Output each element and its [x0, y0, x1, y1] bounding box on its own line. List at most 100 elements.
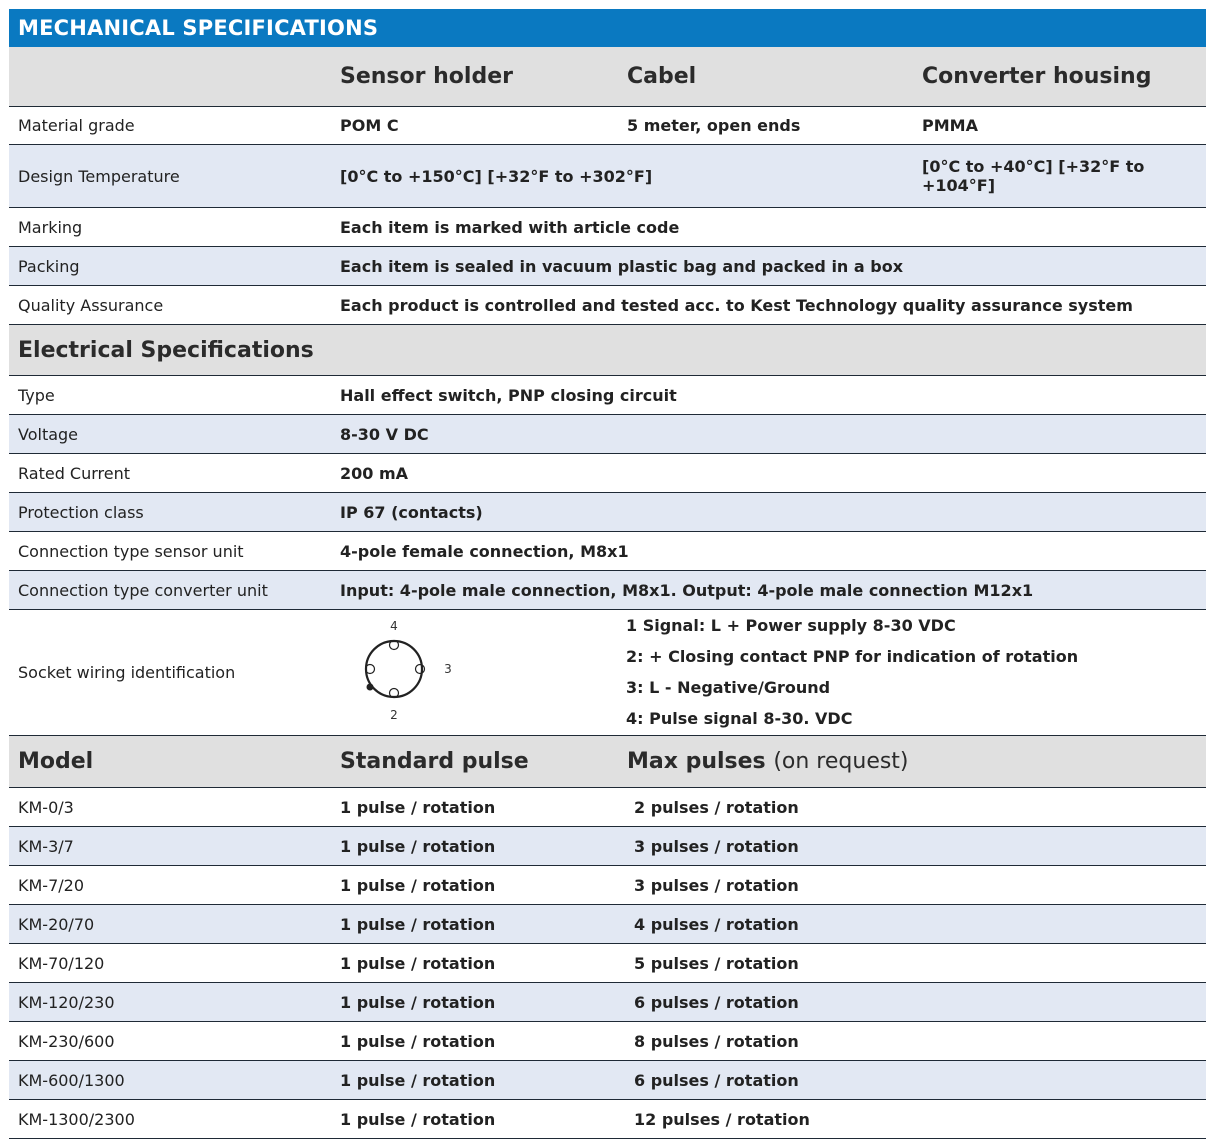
- model-name: KM-3/7: [18, 836, 74, 856]
- mechanical-column-header: Sensor holder Cabel Converter housing: [9, 47, 1206, 107]
- header-model: Model: [18, 749, 94, 774]
- row-value: Each product is controlled and tested ac…: [340, 295, 1133, 315]
- row-label: Marking: [18, 217, 83, 237]
- pin-assignment-list: 1 Signal: L + Power supply 8-30 VDC 2: +…: [626, 610, 1078, 735]
- standard-pulse-value: 1 pulse / rotation: [340, 1070, 496, 1090]
- model-name: KM-600/1300: [18, 1070, 125, 1090]
- row-marking: Marking Each item is marked with article…: [9, 208, 1206, 247]
- header-max-pulses-note: (on request): [773, 749, 909, 774]
- row-packing: Packing Each item is sealed in vacuum pl…: [9, 247, 1206, 286]
- pin-number: 2: [390, 708, 398, 722]
- max-pulses-value: 5 pulses / rotation: [634, 953, 799, 973]
- table-row: KM-70/120 1 pulse / rotation 5 pulses / ro…: [9, 944, 1206, 983]
- electrical-title: Electrical Specifications: [18, 337, 314, 363]
- row-label: Quality Assurance: [18, 295, 164, 315]
- max-pulses-value: 6 pulses / rotation: [634, 992, 799, 1012]
- row-socket-wiring: Socket wiring identification 4 1 3 2 1 S…: [9, 610, 1206, 736]
- table-row: KM-600/1300 1 pulse / rotation 6 pulses / …: [9, 1061, 1206, 1100]
- row-value: Each item is sealed in vacuum plastic ba…: [340, 256, 904, 276]
- col-converter-housing: Converter housing: [922, 64, 1152, 89]
- max-pulses-value: 4 pulses / rotation: [634, 914, 799, 934]
- row-label: Voltage: [18, 424, 79, 444]
- row-quality-assurance: Quality Assurance Each product is contro…: [9, 286, 1206, 325]
- max-pulses-value: 3 pulses / rotation: [634, 875, 799, 895]
- standard-pulse-value: 1 pulse / rotation: [340, 953, 496, 973]
- converter-housing-value: PMMA: [922, 116, 978, 135]
- cabel-value: 5 meter, open ends: [627, 116, 801, 135]
- max-pulses-value: 12 pulses / rotation: [634, 1109, 810, 1129]
- pin-assignment: 4: Pulse signal 8-30. VDC: [626, 709, 853, 728]
- row-label: Type: [18, 385, 55, 405]
- pin-assignment: 2: + Closing contact PNP for indication …: [626, 647, 1079, 666]
- max-pulses-value: 6 pulses / rotation: [634, 1070, 799, 1090]
- model-name: KM-230/600: [18, 1031, 115, 1051]
- row-value: Input: 4-pole male connection, M8x1. Out…: [340, 580, 1034, 600]
- model-name: KM-70/120: [18, 953, 105, 973]
- row-value: 200 mA: [340, 463, 409, 483]
- pin-assignment: 1 Signal: L + Power supply 8-30 VDC: [626, 616, 956, 635]
- converter-temperature: [0°C to +40°C] [+32°F to +104°F]: [922, 145, 1144, 207]
- col-sensor-holder: Sensor holder: [340, 64, 513, 89]
- table-row: KM-3/7 1 pulse / rotation 3 pulses / rotat…: [9, 827, 1206, 866]
- header-max-pulses-label: Max pulses: [627, 749, 766, 774]
- row-voltage: Voltage 8-30 V DC: [9, 415, 1206, 454]
- max-pulses-value: 8 pulses / rotation: [634, 1031, 799, 1051]
- row-value: Each item is marked with article code: [340, 217, 680, 237]
- row-material-grade: Material grade POM C 5 meter, open ends …: [9, 107, 1206, 145]
- banner-title: MECHANICAL SPECIFICATIONS: [9, 9, 1206, 47]
- table-row: KM-7/20 1 pulse / rotation 3 pulses / rota…: [9, 866, 1206, 905]
- max-pulses-value: 2 pulses / rotation: [634, 797, 799, 817]
- model-name: KM-7/20: [18, 875, 84, 895]
- row-value: 8-30 V DC: [340, 424, 429, 444]
- pin-assignment: 3: L - Negative/Ground: [626, 678, 831, 697]
- table-row: KM-1300/2300 1 pulse / rotation 12 pulses …: [9, 1100, 1206, 1139]
- sensor-holder-temperature: [0°C to +150°C] [+32°F to +302°F]: [340, 166, 653, 186]
- row-connection-converter: Connection type converter unit Input: 4-…: [9, 571, 1206, 610]
- pin-number: 4: [390, 619, 398, 633]
- row-value: Hall effect switch, PNP closing circuit: [340, 385, 677, 405]
- table-row: KM-120/230 1 pulse / rotation 6 pulses / r…: [9, 983, 1206, 1022]
- pin-number: 3: [444, 662, 452, 676]
- row-label: Connection type converter unit: [18, 580, 268, 600]
- header-max-pulses: Max pulses (on request): [627, 736, 909, 787]
- model-table-header: Model Standard pulse Max pulses (on requ…: [9, 736, 1206, 788]
- row-label: Connection type sensor unit: [18, 541, 244, 561]
- header-standard-pulse: Standard pulse: [340, 749, 529, 774]
- table-row: KM-230/600 1 pulse / rotation 8 pulses / r…: [9, 1022, 1206, 1061]
- row-connection-sensor: Connection type sensor unit 4-pole femal…: [9, 532, 1206, 571]
- model-rows: KM-0/3 1 pulse / rotation 2 pulses / rotat…: [9, 788, 1206, 1139]
- electrical-section-header: Electrical Specifications: [9, 325, 1206, 376]
- row-label: Rated Current: [18, 463, 131, 483]
- standard-pulse-value: 1 pulse / rotation: [340, 1109, 496, 1129]
- col-cabel: Cabel: [627, 64, 697, 89]
- row-label: Packing: [18, 256, 80, 276]
- model-name: KM-20/70: [18, 914, 95, 934]
- row-value: 4-pole female connection, M8x1: [340, 541, 629, 561]
- standard-pulse-value: 1 pulse / rotation: [340, 992, 496, 1012]
- standard-pulse-value: 1 pulse / rotation: [340, 797, 496, 817]
- standard-pulse-value: 1 pulse / rotation: [340, 836, 496, 856]
- converter-temperature-line2: +104°F]: [922, 176, 996, 195]
- sensor-holder-value: POM C: [340, 116, 399, 135]
- row-label: Material grade: [18, 116, 135, 135]
- row-value: IP 67 (contacts): [340, 502, 483, 522]
- model-name: KM-120/230: [18, 992, 115, 1012]
- standard-pulse-value: 1 pulse / rotation: [340, 875, 496, 895]
- socket-diagram-icon: 4 1 3 2: [364, 619, 452, 722]
- table-row: KM-0/3 1 pulse / rotation 2 pulses / rotat…: [9, 788, 1206, 827]
- model-name: KM-0/3: [18, 797, 74, 817]
- converter-temperature-line1: [0°C to +40°C] [+32°F to: [922, 157, 1145, 176]
- model-name: KM-1300/2300: [18, 1109, 135, 1129]
- row-label: Protection class: [18, 502, 144, 522]
- spec-sheet: MECHANICAL SPECIFICATIONS Sensor holder …: [9, 9, 1206, 1139]
- standard-pulse-value: 1 pulse / rotation: [340, 914, 496, 934]
- row-rated-current: Rated Current 200 mA: [9, 454, 1206, 493]
- table-row: KM-20/70 1 pulse / rotation 4 pulses / rot…: [9, 905, 1206, 944]
- row-type: Type Hall effect switch, PNP closing cir…: [9, 376, 1206, 415]
- row-design-temperature: Design Temperature [0°C to +150°C] [+32°…: [9, 145, 1206, 208]
- max-pulses-value: 3 pulses / rotation: [634, 836, 799, 856]
- standard-pulse-value: 1 pulse / rotation: [340, 1031, 496, 1051]
- row-label: Design Temperature: [18, 166, 180, 186]
- row-protection-class: Protection class IP 67 (contacts): [9, 493, 1206, 532]
- row-label: Socket wiring identification: [18, 663, 236, 682]
